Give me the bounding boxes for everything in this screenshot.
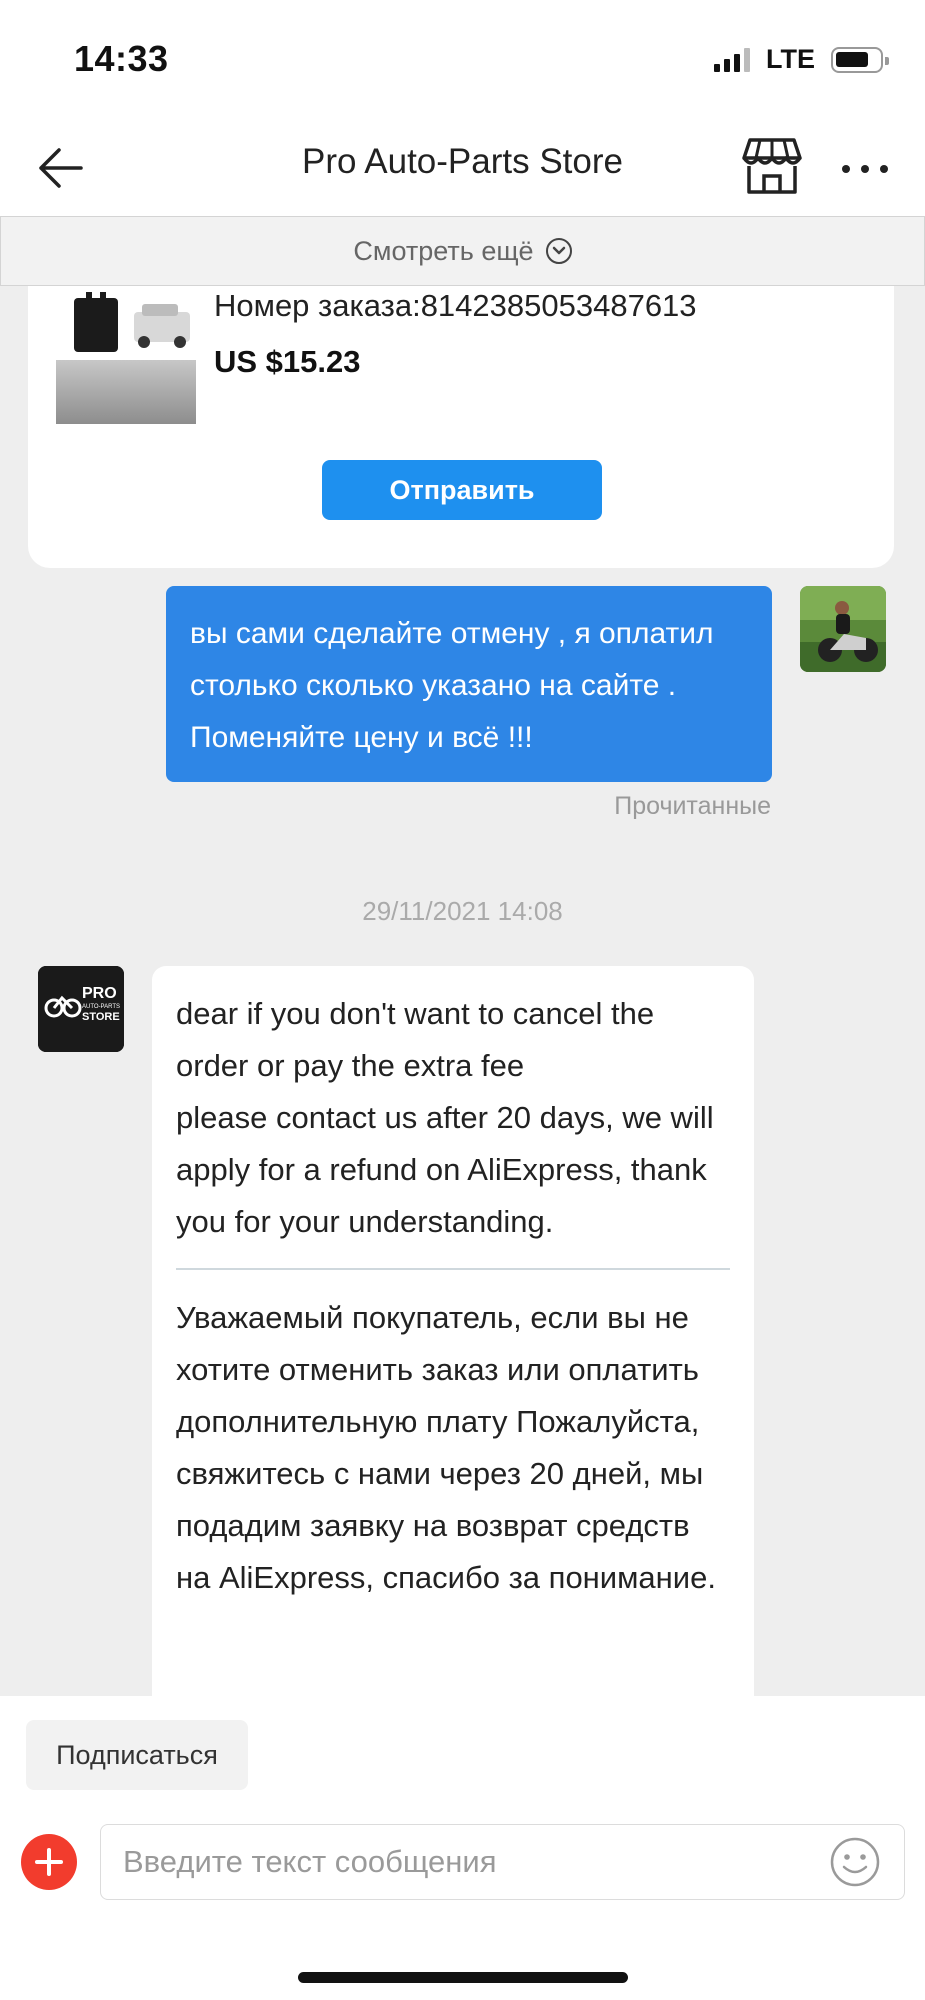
see-more-label: Смотреть ещё xyxy=(353,235,534,266)
more-options-button[interactable] xyxy=(842,154,888,184)
status-time: 14:33 xyxy=(74,38,169,79)
message-timestamp: 29/11/2021 14:08 xyxy=(362,896,563,926)
chevron-down-circle-icon xyxy=(545,238,572,264)
read-status: Прочитанные xyxy=(614,792,771,820)
send-order-button[interactable]: Отправить xyxy=(322,460,602,520)
message-divider xyxy=(176,1268,730,1270)
svg-text:AUTO-PARTS: AUTO-PARTS xyxy=(82,1004,120,1010)
outgoing-message-bubble[interactable]: вы сами сделайте отмену , я оплатил стол… xyxy=(166,586,772,782)
incoming-message-english: dear if you don't want to cancel the ord… xyxy=(176,996,714,1239)
signal-strength-icon xyxy=(714,47,750,72)
emoji-button[interactable] xyxy=(829,1836,881,1888)
status-bar: 14:33 LTE xyxy=(0,0,925,120)
product-image xyxy=(64,290,196,356)
chat-area[interactable]: Смотреть ещё Номер заказа:81423850534876… xyxy=(0,216,925,1696)
composer-area: Подписаться xyxy=(0,1696,925,2000)
user-avatar-image xyxy=(800,586,886,672)
add-attachment-button[interactable] xyxy=(21,1834,77,1890)
see-more-button[interactable]: Смотреть ещё xyxy=(0,216,925,286)
battery-icon xyxy=(831,46,889,73)
svg-text:PRO: PRO xyxy=(82,985,117,1002)
incoming-message-russian: Уважаемый покупатель, если вы не хотите … xyxy=(176,1299,716,1595)
svg-text:STORE: STORE xyxy=(82,1011,120,1023)
smiley-icon xyxy=(830,1837,880,1887)
dot-icon xyxy=(842,165,850,173)
nav-bar: Pro Auto-Parts Store xyxy=(0,120,925,216)
outgoing-message-text: вы сами сделайте отмену , я оплатил стол… xyxy=(190,617,714,754)
subscribe-button[interactable]: Подписаться xyxy=(26,1720,248,1790)
dot-icon xyxy=(880,165,888,173)
order-section: Номер заказа:8142385053487613 US $15.23 … xyxy=(0,246,925,586)
message-input[interactable] xyxy=(100,1824,905,1900)
store-button[interactable] xyxy=(740,134,804,198)
order-price: US $15.23 xyxy=(214,344,361,379)
user-avatar[interactable] xyxy=(800,586,886,672)
order-number: Номер заказа:8142385053487613 xyxy=(214,288,697,323)
home-indicator xyxy=(298,1972,628,1983)
incoming-message-bubble[interactable]: dear if you don't want to cancel the ord… xyxy=(152,966,754,1696)
store-logo-icon: PRO AUTO-PARTS STORE xyxy=(38,966,124,1052)
product-image-detail xyxy=(56,360,196,424)
store-avatar[interactable]: PRO AUTO-PARTS STORE xyxy=(38,966,124,1052)
order-card: Номер заказа:8142385053487613 US $15.23 … xyxy=(28,246,894,568)
store-icon xyxy=(742,138,802,194)
status-indicators: LTE xyxy=(714,44,889,75)
network-label: LTE xyxy=(766,44,815,74)
dot-icon xyxy=(861,165,869,173)
product-thumbnail[interactable] xyxy=(56,290,196,424)
